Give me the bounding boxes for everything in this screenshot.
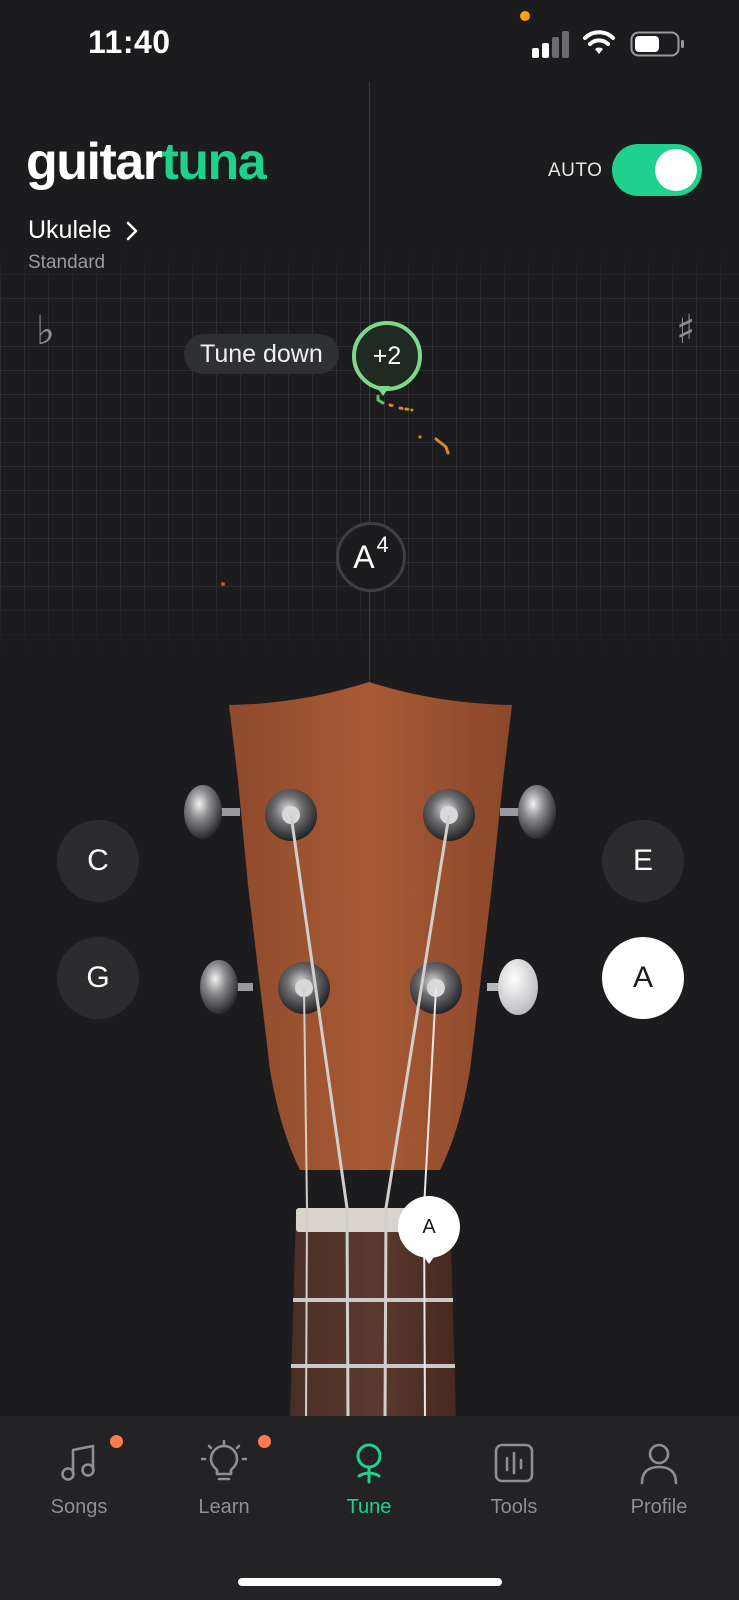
tuning-name: Standard bbox=[28, 252, 106, 273]
tab-songs-label: Songs bbox=[50, 1496, 108, 1518]
string-button-g[interactable]: G bbox=[57, 937, 139, 1019]
logo-tuna: tuna bbox=[161, 133, 266, 191]
learn-notification-badge bbox=[258, 1435, 271, 1448]
songs-notification-badge bbox=[110, 1435, 123, 1448]
tab-learn[interactable]: Learn bbox=[174, 1440, 274, 1519]
toggle-knob bbox=[655, 149, 697, 191]
tune-hint: Tune down bbox=[184, 334, 339, 374]
tab-learn-label: Learn bbox=[198, 1496, 250, 1518]
auto-label: AUTO bbox=[548, 160, 603, 181]
pitch-trace-dot bbox=[221, 582, 225, 586]
lightbulb-icon bbox=[201, 1440, 247, 1481]
home-indicator[interactable] bbox=[238, 1578, 502, 1586]
auto-toggle[interactable] bbox=[612, 144, 702, 196]
tools-icon bbox=[494, 1443, 534, 1483]
camera-indicator-dot bbox=[520, 11, 530, 21]
sharp-icon: ♯ bbox=[676, 306, 696, 353]
tab-tools[interactable]: Tools bbox=[464, 1440, 564, 1519]
note-letter: A bbox=[353, 538, 375, 575]
string-button-c[interactable]: C bbox=[57, 820, 139, 902]
ukulele-headstock bbox=[184, 682, 556, 1420]
tuner-icon bbox=[356, 1443, 382, 1484]
active-string-marker-tail bbox=[422, 1254, 436, 1264]
tab-tools-label: Tools bbox=[490, 1496, 538, 1518]
tab-songs[interactable]: Songs bbox=[29, 1440, 129, 1519]
signal-icon bbox=[532, 31, 569, 58]
logo-guitar: guitar bbox=[26, 133, 163, 191]
wifi-icon bbox=[583, 30, 615, 54]
battery-icon bbox=[630, 31, 684, 57]
tab-tune-label: Tune bbox=[346, 1496, 392, 1518]
tab-tune[interactable]: Tune bbox=[319, 1440, 419, 1519]
chevron-right-icon bbox=[127, 221, 138, 240]
tab-profile-label: Profile bbox=[630, 1496, 688, 1518]
status-time: 11:40 bbox=[88, 24, 171, 60]
active-string-marker: A bbox=[398, 1196, 460, 1258]
flat-icon: ♭ bbox=[36, 308, 55, 354]
string-button-a[interactable]: A bbox=[602, 937, 684, 1019]
profile-icon bbox=[640, 1443, 678, 1485]
tab-profile[interactable]: Profile bbox=[609, 1440, 709, 1519]
instrument-selector[interactable]: Ukulele bbox=[28, 216, 139, 245]
music-note-icon bbox=[61, 1444, 95, 1481]
pitch-trace bbox=[376, 395, 450, 455]
note-octave: 4 bbox=[376, 532, 389, 557]
detected-note: A4 bbox=[336, 522, 406, 592]
cents-indicator: +2 bbox=[352, 321, 422, 391]
instrument-name: Ukulele bbox=[28, 216, 112, 244]
string-button-e[interactable]: E bbox=[602, 820, 684, 902]
app-logo: guitartuna bbox=[26, 132, 267, 192]
